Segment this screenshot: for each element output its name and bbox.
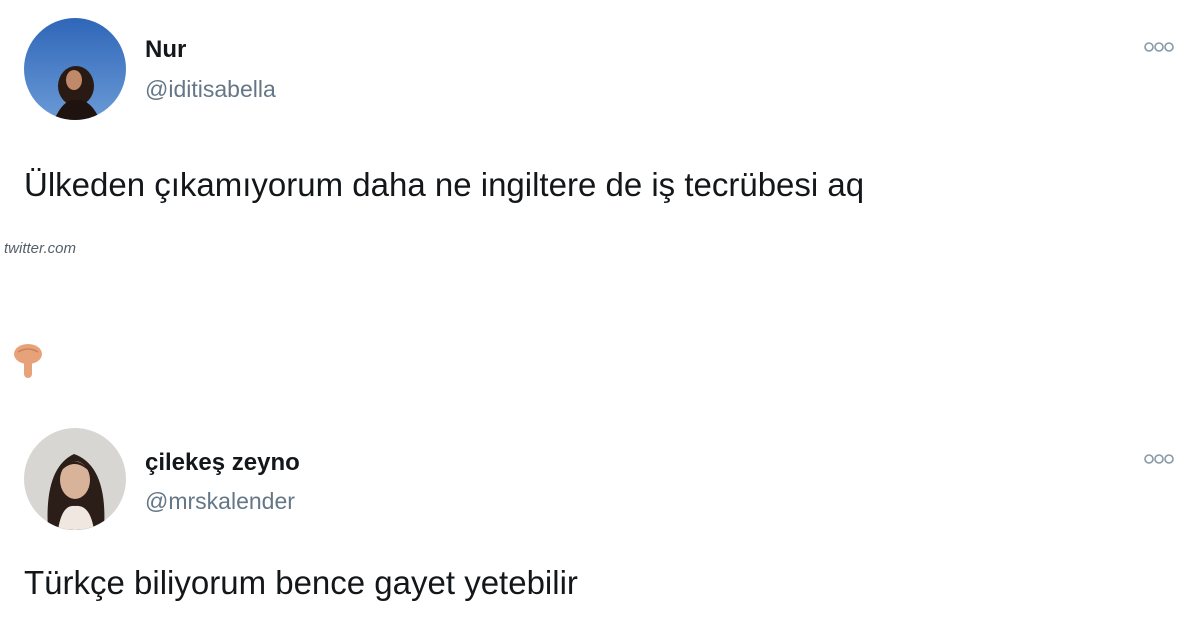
username-handle[interactable]: @iditisabella (145, 76, 276, 103)
username-handle[interactable]: @mrskalender (145, 488, 295, 515)
user-avatar-image (24, 18, 126, 120)
more-options-icon[interactable] (1142, 452, 1176, 466)
pointing-down-hand-icon (14, 344, 42, 378)
tweet-text: Ülkeden çıkamıyorum daha ne ingiltere de… (24, 166, 865, 203)
avatar[interactable] (24, 18, 126, 120)
display-name[interactable]: Nur (145, 36, 186, 64)
user-avatar-image (24, 428, 126, 530)
page: Nur @iditisabella Ülkeden çıkamıyorum da… (0, 0, 1200, 628)
avatar[interactable] (24, 428, 126, 530)
display-name[interactable]: çilekeş zeyno (145, 449, 300, 477)
more-options-icon[interactable] (1142, 40, 1176, 54)
source-label: twitter.com (4, 240, 76, 257)
tweet-text: Türkçe biliyorum bence gayet yetebilir (24, 564, 578, 601)
